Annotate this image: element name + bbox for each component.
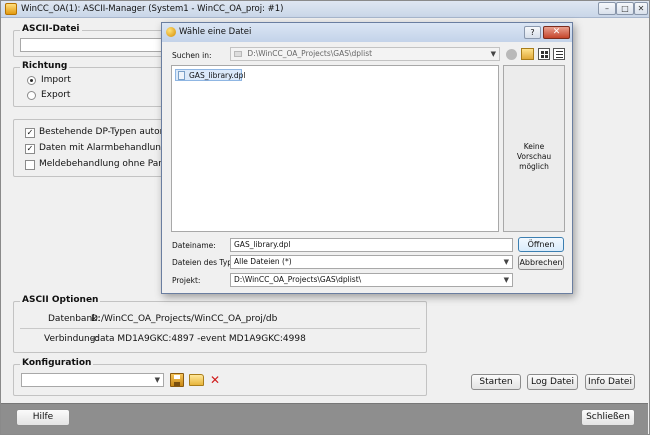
detail-view-icon[interactable] — [553, 48, 565, 60]
import-alarm-data-checkbox[interactable]: ✓ — [25, 144, 35, 154]
file-item-name: GAS_library.dpl — [189, 71, 246, 80]
dialog-title: Wähle eine Datei — [179, 27, 252, 37]
start-button[interactable]: Starten — [471, 374, 521, 390]
project-label: Projekt: — [172, 276, 201, 285]
project-value: D:\WinCC_OA_Projects\GAS\dplist\ — [234, 275, 362, 284]
dialog-titlebar: Wähle eine Datei ? ✕ — [162, 23, 572, 42]
chevron-down-icon: ▼ — [154, 376, 160, 384]
close-window-button[interactable]: ✕ — [634, 2, 648, 15]
connection-value: -data MD1A9GKC:4897 -event MD1A9GKC:4998 — [91, 334, 306, 344]
file-list[interactable]: GAS_library.dpl — [171, 65, 499, 232]
maximize-button[interactable]: □ — [616, 2, 634, 15]
filetype-value: Alle Dateien (*) — [234, 257, 292, 266]
log-file-button[interactable]: Log Datei — [527, 374, 578, 390]
ascii-file-group-title: ASCII-Datei — [20, 24, 82, 34]
filename-label: Dateiname: — [172, 241, 216, 250]
chevron-down-icon: ▼ — [490, 50, 496, 58]
footer-bar: Hilfe Schließen — [1, 403, 648, 434]
filename-input[interactable]: GAS_library.dpl — [230, 238, 513, 252]
filetype-select[interactable]: Alle Dateien (*) ▼ — [230, 255, 513, 269]
chevron-down-icon: ▼ — [503, 258, 509, 266]
open-folder-icon[interactable] — [189, 374, 204, 386]
open-button[interactable]: Öffnen — [518, 237, 564, 252]
main-titlebar: WinCC_OA(1): ASCII-Manager (System1 - Wi… — [1, 1, 649, 18]
delete-config-icon[interactable]: ✕ — [208, 373, 222, 387]
file-chooser-dialog: Wähle eine Datei ? ✕ Suchen in: D:\WinCC… — [161, 22, 573, 294]
file-item[interactable]: GAS_library.dpl — [175, 69, 246, 81]
info-file-button[interactable]: Info Datei — [585, 374, 635, 390]
import-radio[interactable] — [27, 76, 36, 85]
configuration-group-title: Konfiguration — [20, 358, 94, 368]
auto-change-dp-types-checkbox[interactable]: ✓ — [25, 128, 35, 138]
back-icon[interactable] — [506, 49, 517, 60]
list-view-icon[interactable] — [538, 48, 550, 60]
preview-pane: Keine Vorschau möglich — [503, 65, 565, 232]
dialog-close-button[interactable]: ✕ — [543, 26, 570, 39]
new-folder-icon[interactable] — [521, 48, 534, 60]
dialog-help-button[interactable]: ? — [524, 26, 541, 39]
look-in-label: Suchen in: — [172, 51, 212, 60]
export-label: Export — [41, 90, 71, 100]
ascii-options-group: ASCII Optionen Datenbank: D:/WinCC_OA_Pr… — [13, 295, 427, 353]
look-in-path: D:\WinCC_OA_Projects\GAS\dplist — [247, 49, 373, 58]
minimize-button[interactable]: – — [598, 2, 616, 15]
preview-text: Keine Vorschau möglich — [516, 142, 552, 171]
export-radio[interactable] — [27, 91, 36, 100]
import-label: Import — [41, 75, 71, 85]
ascii-options-group-title: ASCII Optionen — [20, 295, 101, 305]
save-config-icon[interactable] — [170, 373, 184, 387]
ascii-options-divider — [20, 328, 420, 329]
close-button[interactable]: Schließen — [581, 409, 635, 426]
project-select[interactable]: D:\WinCC_OA_Projects\GAS\dplist\ ▼ — [230, 273, 513, 287]
look-in-combo[interactable]: D:\WinCC_OA_Projects\GAS\dplist ▼ — [230, 47, 500, 61]
filetype-label: Dateien des Typs: — [172, 258, 239, 267]
configuration-select[interactable]: ▼ — [21, 373, 164, 387]
database-value: D:/WinCC_OA_Projects/WinCC_OA_proj/db — [91, 314, 278, 324]
direction-group-title: Richtung — [20, 61, 70, 71]
cancel-button[interactable]: Abbrechen — [518, 255, 564, 270]
file-icon — [178, 71, 185, 80]
app-icon — [5, 3, 17, 15]
window-title: WinCC_OA(1): ASCII-Manager (System1 - Wi… — [21, 4, 284, 14]
folder-icon — [234, 51, 242, 57]
chevron-down-icon: ▼ — [503, 276, 509, 284]
message-handling-checkbox[interactable] — [25, 160, 35, 170]
dialog-app-icon — [166, 27, 176, 37]
configuration-group: Konfiguration ▼ ✕ — [13, 358, 427, 396]
help-button[interactable]: Hilfe — [16, 409, 70, 426]
